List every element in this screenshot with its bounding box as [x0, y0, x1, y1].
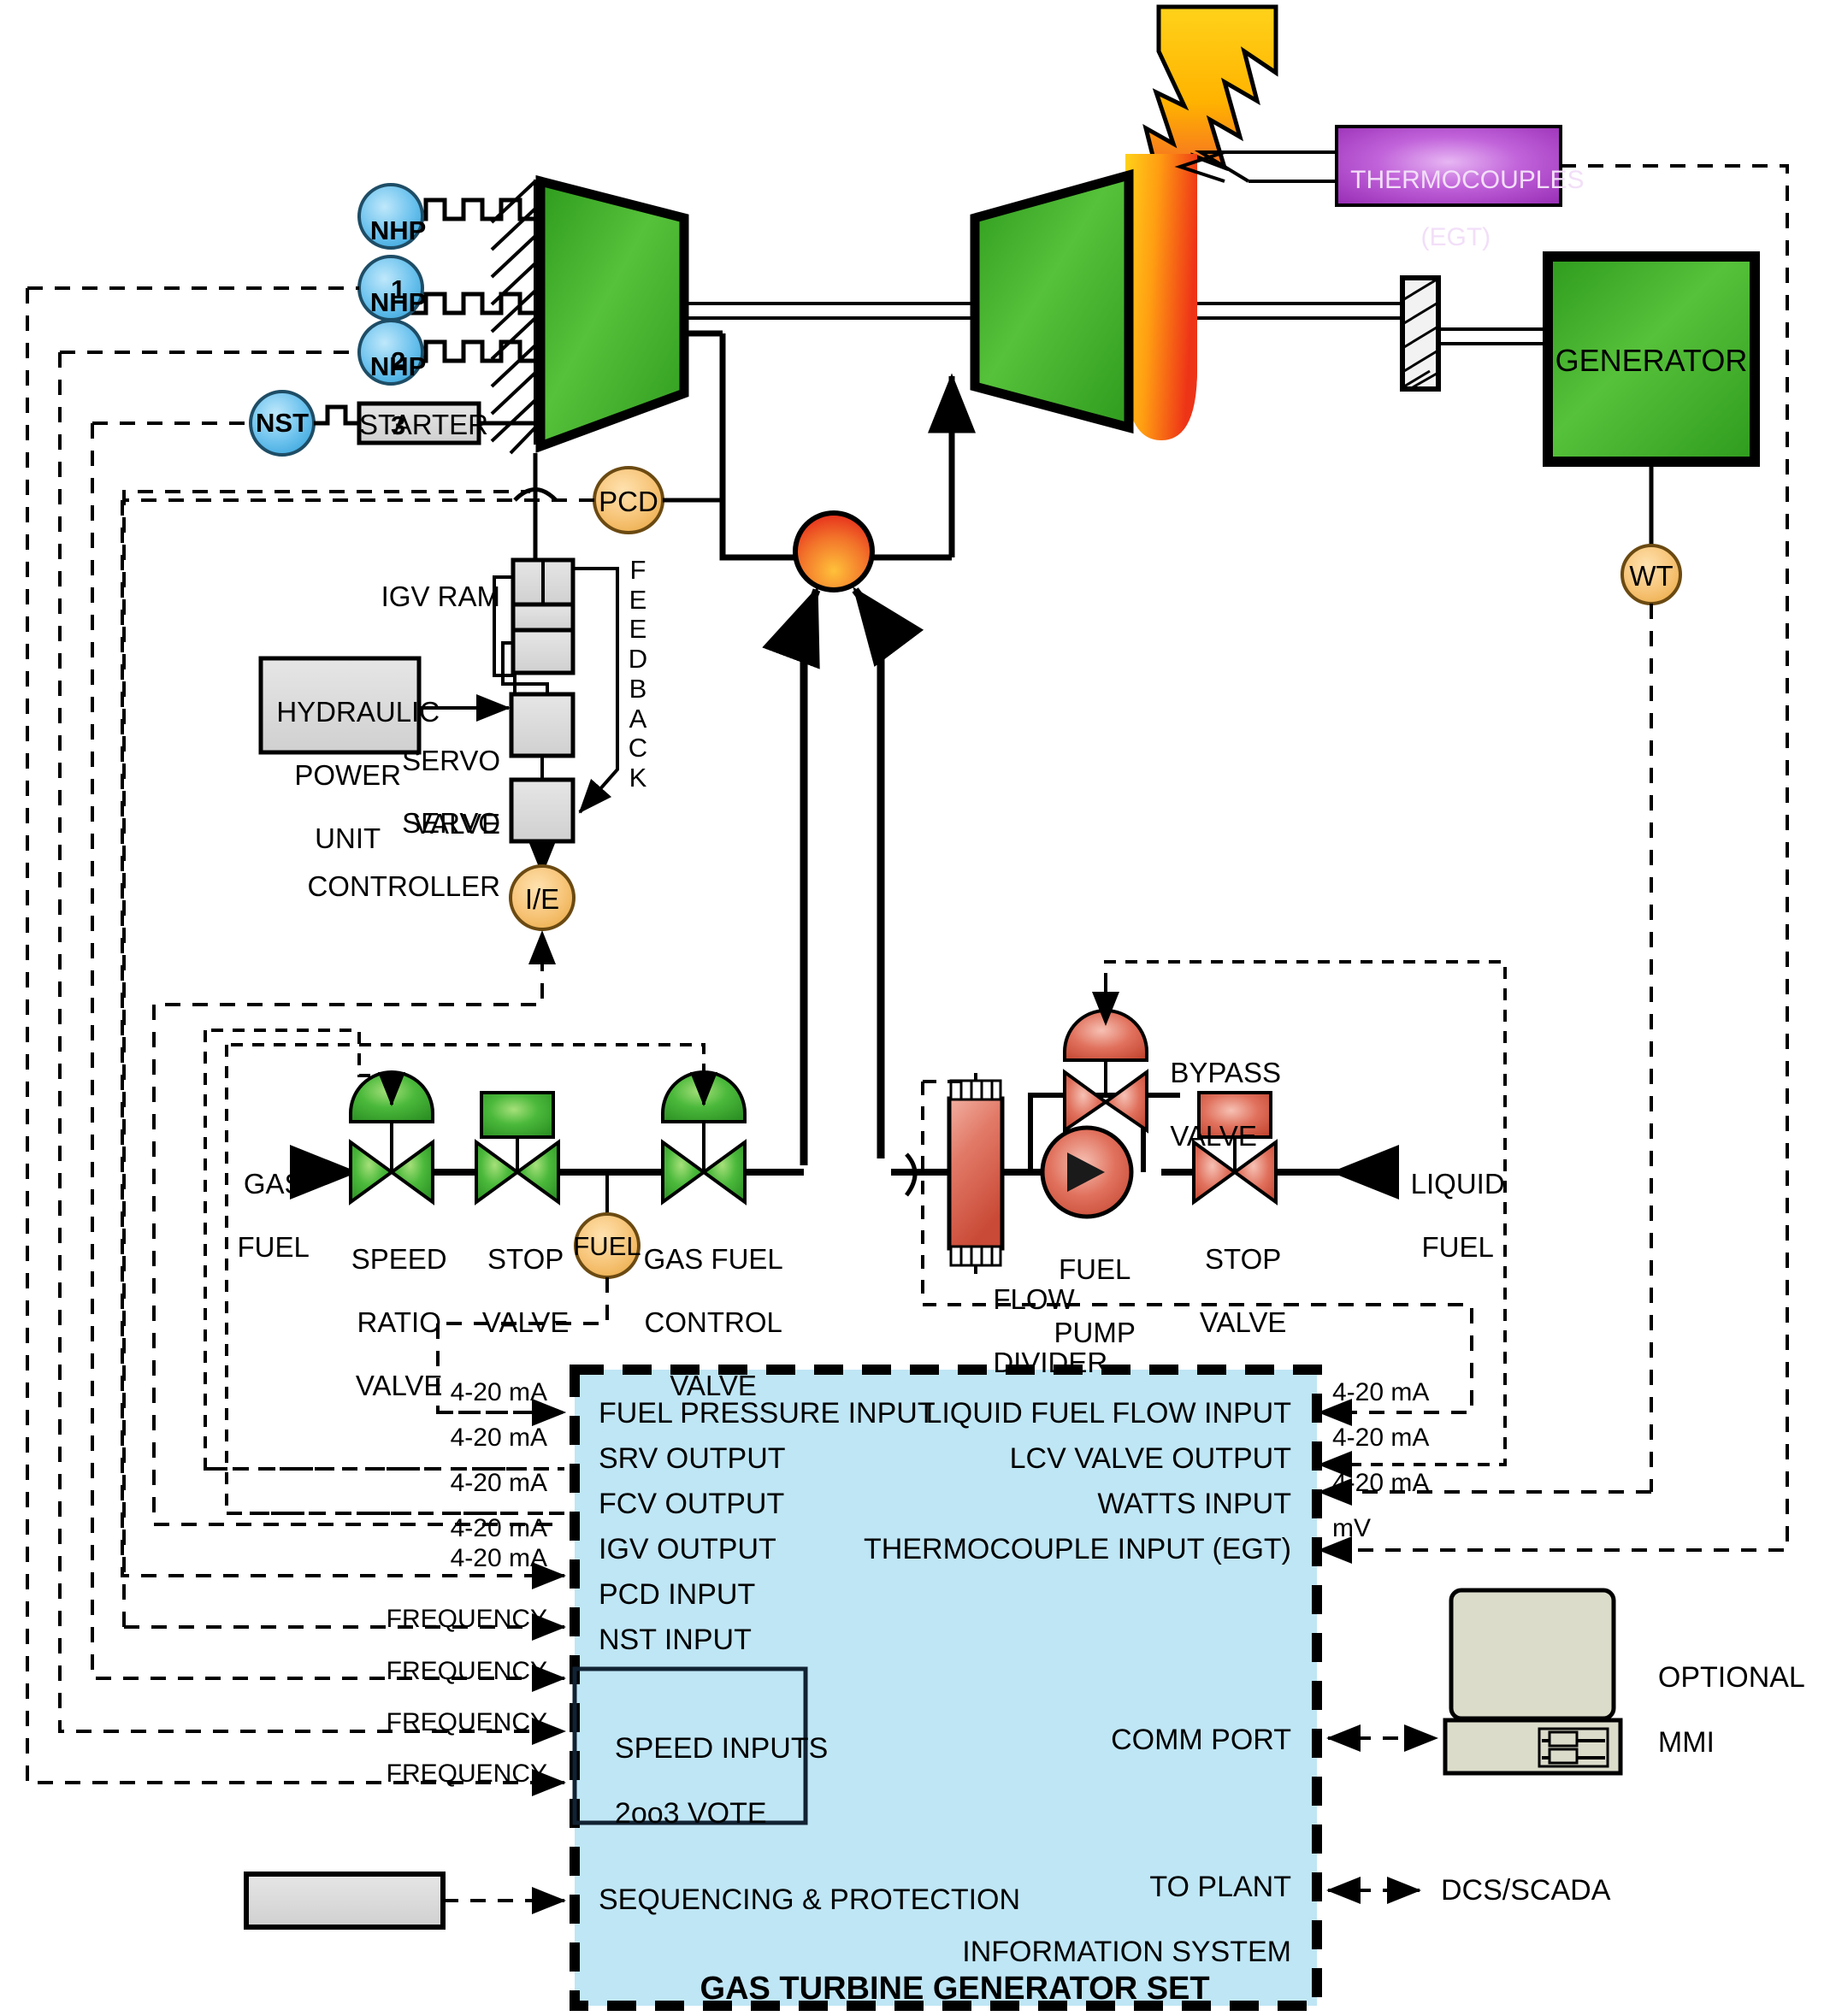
- liquid-stop-line2: VALVE: [1199, 1306, 1287, 1338]
- signal-watts: 4-20 mA: [1332, 1469, 1430, 1497]
- signal-liquid-fuel-flow: 4-20 mA: [1332, 1378, 1430, 1406]
- speed-inputs-line2: 2oo3 VOTE: [614, 1797, 767, 1830]
- gas-fuel-inlet-line2: FUEL: [237, 1230, 310, 1263]
- servo-controller-line1: SERVO: [402, 806, 500, 839]
- thermocouples-line1: THERMOCOUPLES: [1350, 165, 1585, 194]
- signal-speed-1: FREQUENCY: [386, 1657, 547, 1685]
- control-system-title-line1: GAS TURBINE GENERATOR SET: [700, 1970, 1210, 2007]
- comm-port-label: COMM PORT: [1111, 1724, 1291, 1756]
- diagram-canvas: NHP 1 NHP 2 NHP 3 NST STARTER THERMOCOUP…: [0, 0, 1830, 2016]
- signal-igv: 4-20 mA: [450, 1514, 547, 1542]
- flow-divider-line1: FLOW: [993, 1282, 1075, 1315]
- io-igv-output: IGV OUTPUT: [599, 1533, 776, 1565]
- feedback-letter: B: [629, 673, 647, 704]
- signal-lcv: 4-20 mA: [1332, 1424, 1430, 1452]
- gfcv-line1: GAS FUEL: [643, 1242, 783, 1275]
- flow-divider-label: FLOW DIVIDER: [977, 1253, 1148, 1379]
- pcd-label: PCD: [599, 486, 658, 517]
- gas-stop-valve-label: STOP VALVE: [452, 1212, 584, 1339]
- feedback-letter: K: [629, 763, 647, 793]
- sensor-nhp-2-name: NHP: [369, 286, 427, 317]
- io-fcv-output: FCV OUTPUT: [599, 1488, 785, 1520]
- io-pcd-input: PCD INPUT: [599, 1578, 756, 1611]
- liquid-stop-line1: STOP: [1205, 1242, 1282, 1275]
- signal-pcd: 4-20 mA: [450, 1544, 547, 1572]
- signal-speed-3: FREQUENCY: [386, 1760, 547, 1788]
- io-nst-input: NST INPUT: [599, 1624, 752, 1656]
- servo-valve-line1: SERVO: [402, 744, 500, 776]
- io-srv-output: SRV OUTPUT: [599, 1442, 786, 1475]
- flow-divider-line2: DIVIDER: [993, 1346, 1108, 1378]
- io-thermocouple-input: THERMOCOUPLE INPUT (EGT): [864, 1533, 1291, 1565]
- feedback-letter: F: [629, 555, 646, 585]
- feedback-letter: E: [629, 614, 647, 645]
- gas-fuel-inlet-label: GAS FUEL: [221, 1137, 310, 1264]
- speed-inputs-label: SPEED INPUTS 2oo3 VOTE: [599, 1700, 828, 1830]
- wt-label: WT: [1629, 560, 1674, 592]
- sensor-nst: NST: [256, 408, 309, 438]
- ie-transducer-label: I/E: [524, 883, 560, 915]
- srv-line1: SPEED: [351, 1242, 447, 1275]
- io-lcv-valve-output: LCV VALVE OUTPUT: [1009, 1442, 1291, 1475]
- gas-fuel-inlet-line1: GAS: [243, 1167, 304, 1200]
- io-liquid-fuel-flow-input: LIQUID FUEL FLOW INPUT: [925, 1397, 1291, 1429]
- thermocouples-label: THERMOCOUPLES (EGT): [1337, 137, 1584, 251]
- signal-fuel-pressure: 4-20 mA: [450, 1378, 547, 1406]
- signal-speed-2: FREQUENCY: [386, 1708, 547, 1736]
- liquid-fuel-inlet-label: LIQUID FUEL: [1392, 1137, 1508, 1264]
- to-plant-line1: TO PLANT: [1149, 1871, 1291, 1904]
- feedback-letter: A: [629, 703, 647, 734]
- starter-box-label: STARTER: [359, 409, 488, 440]
- gas-fuel-control-valve-label: GAS FUEL CONTROL VALVE: [624, 1212, 787, 1402]
- speed-ratio-valve-label: SPEED RATIO VALVE: [321, 1212, 462, 1402]
- feedback-letter: C: [628, 733, 648, 763]
- optional-mmi-label: OPTIONAL MMI: [1642, 1629, 1805, 1759]
- bypass-line2: VALVE: [1170, 1119, 1257, 1152]
- sensor-nhp-1-name: NHP: [369, 215, 427, 245]
- optional-mmi-line1: OPTIONAL: [1657, 1661, 1805, 1695]
- feedback-letter: E: [629, 584, 647, 615]
- igv-ram-label: IGV RAM: [381, 581, 500, 612]
- gas-stop-line2: VALVE: [481, 1306, 570, 1338]
- signal-nst: FREQUENCY: [386, 1605, 547, 1633]
- srv-line2: RATIO: [357, 1306, 441, 1338]
- feedback-label: FEEDBACK: [621, 555, 655, 793]
- speed-inputs-line1: SPEED INPUTS: [614, 1732, 829, 1765]
- bypass-valve-label: BYPASS VALVE: [1154, 1026, 1308, 1152]
- io-watts-input: WATTS INPUT: [1097, 1488, 1291, 1520]
- optional-mmi-line2: MMI: [1657, 1726, 1715, 1760]
- bypass-line1: BYPASS: [1170, 1056, 1281, 1088]
- generator-label: GENERATOR: [1555, 343, 1748, 378]
- servo-controller-label: SERVO CONTROLLER: [282, 776, 500, 903]
- gas-stop-line1: STOP: [487, 1242, 564, 1275]
- signal-fcv: 4-20 mA: [450, 1469, 547, 1497]
- signal-thermocouple: mV: [1332, 1514, 1371, 1542]
- liquid-stop-valve-label: STOP VALVE: [1169, 1212, 1302, 1339]
- control-system-title: GAS TURBINE GENERATOR SET INTEGRATED CON…: [575, 1931, 1317, 2016]
- signal-srv: 4-20 mA: [450, 1424, 547, 1452]
- gfcv-line2: CONTROL: [644, 1306, 782, 1338]
- dcs-scada-label: DCS/SCADA: [1441, 1874, 1611, 1907]
- feedback-letter: D: [628, 644, 648, 675]
- servo-controller-line2: CONTROLLER: [307, 869, 500, 902]
- liquid-fuel-inlet-line1: LIQUID: [1410, 1167, 1505, 1200]
- diagram-svg: [26, 4, 1789, 2011]
- sensor-nhp-3-name: NHP: [369, 351, 427, 381]
- fuel-pressure-sensor-label: FUEL: [573, 1231, 641, 1261]
- thermocouples-line2: (EGT): [1420, 222, 1491, 251]
- liquid-fuel-inlet-line2: FUEL: [1421, 1230, 1494, 1263]
